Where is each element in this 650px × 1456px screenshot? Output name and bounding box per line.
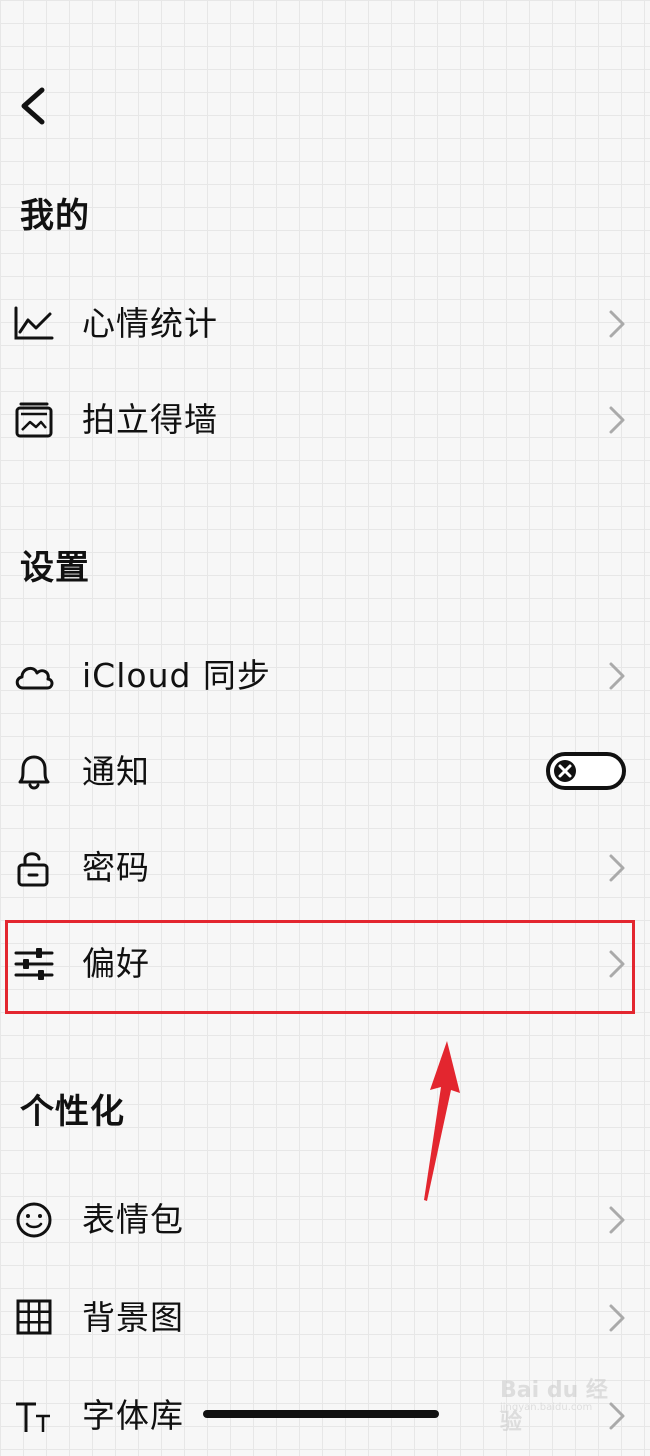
grid-icon	[16, 1299, 52, 1335]
menu-item-label: 偏好	[82, 944, 150, 983]
menu-item-label: 表情包	[82, 1200, 184, 1239]
menu-item-label: 密码	[82, 848, 150, 887]
menu-item-mood-stats[interactable]: 心情统计	[0, 284, 650, 364]
chevron-right-icon	[609, 310, 625, 338]
chevron-right-icon	[609, 1206, 625, 1234]
menu-item-backgrounds[interactable]: 背景图	[0, 1278, 650, 1358]
font-icon	[16, 1402, 50, 1432]
menu-item-label: 字体库	[82, 1396, 184, 1435]
chevron-right-icon	[609, 406, 625, 434]
chevron-left-icon	[21, 87, 45, 125]
lock-icon	[17, 852, 49, 887]
menu-item-label: 通知	[82, 752, 150, 791]
menu-item-label: 心情统计	[82, 304, 218, 343]
menu-item-label: 拍立得墙	[82, 400, 218, 439]
photo-wall-icon	[15, 402, 53, 438]
baidu-watermark: Bai du 经验 jingyan.baidu.com	[500, 1362, 620, 1435]
section-title-mine: 我的	[20, 196, 90, 236]
menu-item-preferences[interactable]: 偏好	[0, 924, 650, 1004]
section-title-personalize: 个性化	[20, 1092, 125, 1132]
menu-item-label: iCloud 同步	[82, 656, 271, 695]
menu-item-password[interactable]: 密码	[0, 828, 650, 908]
chevron-right-icon	[609, 854, 625, 882]
menu-item-photo-wall[interactable]: 拍立得墙	[0, 380, 650, 460]
cloud-icon	[15, 666, 54, 690]
home-indicator[interactable]	[203, 1410, 439, 1418]
smiley-icon	[16, 1202, 52, 1238]
menu-item-notifications: 通知	[0, 732, 650, 812]
menu-item-icloud-sync[interactable]: iCloud 同步	[0, 636, 650, 716]
chevron-right-icon	[609, 950, 625, 978]
back-button[interactable]	[14, 84, 54, 128]
notification-toggle[interactable]	[546, 752, 626, 790]
menu-item-stickers[interactable]: 表情包	[0, 1180, 650, 1260]
section-title-settings: 设置	[20, 548, 90, 588]
chevron-right-icon	[609, 662, 625, 690]
bell-icon	[18, 755, 50, 790]
chevron-right-icon	[609, 1304, 625, 1332]
menu-item-label: 背景图	[82, 1298, 184, 1337]
sliders-icon	[14, 948, 54, 980]
chart-line-icon	[14, 306, 54, 340]
watermark-subtext: jingyan.baidu.com	[500, 1402, 593, 1413]
